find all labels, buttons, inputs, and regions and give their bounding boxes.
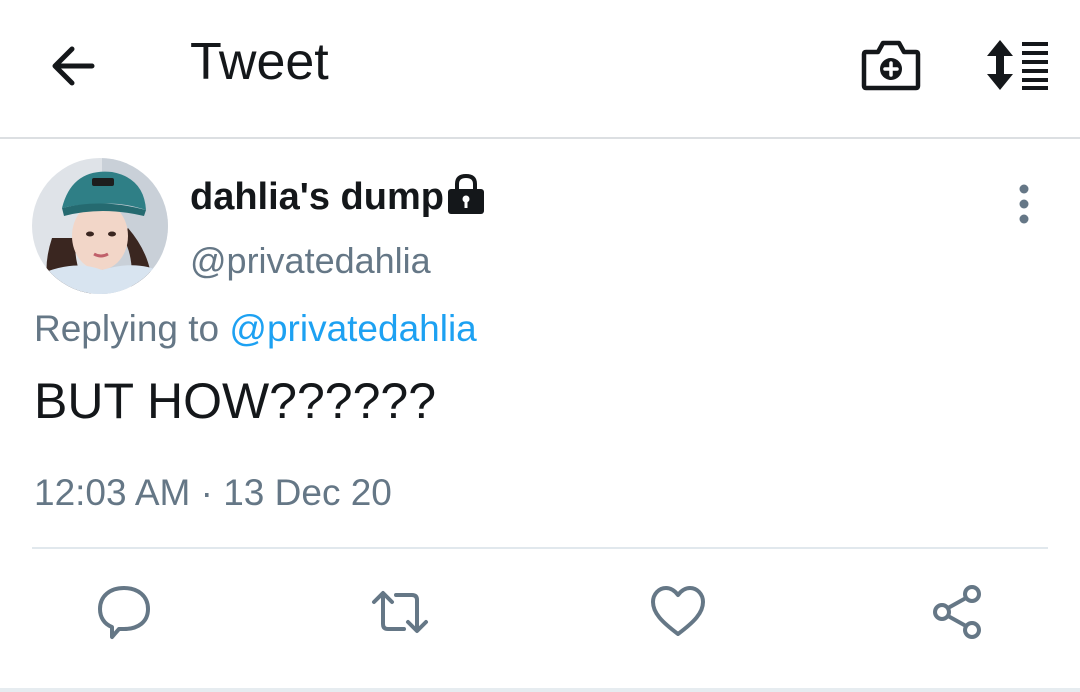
reply-icon	[98, 586, 150, 639]
like-icon	[651, 586, 705, 636]
user-handle[interactable]: @privatedahlia	[190, 240, 431, 282]
page-title: Tweet	[190, 33, 329, 91]
share-icon	[933, 585, 981, 639]
bottom-divider	[0, 688, 1080, 692]
display-name[interactable]: dahlia's dump	[190, 176, 444, 219]
like-button[interactable]	[648, 582, 708, 642]
replying-to-line: Replying to @privatedahlia	[34, 308, 477, 350]
divider	[32, 547, 1048, 549]
avatar[interactable]	[32, 158, 168, 294]
retweet-button[interactable]	[370, 582, 430, 642]
reply-to-link[interactable]: @privatedahlia	[229, 308, 476, 349]
more-options-button[interactable]	[1004, 180, 1044, 228]
tweet-text: BUT HOW??????	[34, 373, 437, 429]
share-button[interactable]	[928, 582, 988, 642]
tweet-timestamp: 12:03 AM · 13 Dec 20	[34, 472, 392, 513]
retweet-icon	[372, 591, 428, 633]
back-button[interactable]	[46, 40, 102, 92]
more-vertical-icon	[1019, 184, 1029, 224]
back-arrow-icon	[52, 46, 95, 86]
reply-prefix: Replying to	[34, 308, 230, 349]
profile-photo	[32, 158, 168, 294]
reply-button[interactable]	[94, 582, 154, 642]
top-app-bar: Tweet	[0, 0, 1080, 139]
sort-list-icon	[987, 40, 1048, 90]
sort-button[interactable]	[982, 38, 1052, 92]
lock-icon	[445, 172, 487, 216]
camera-plus-icon	[861, 40, 921, 91]
camera-button[interactable]	[860, 36, 922, 94]
